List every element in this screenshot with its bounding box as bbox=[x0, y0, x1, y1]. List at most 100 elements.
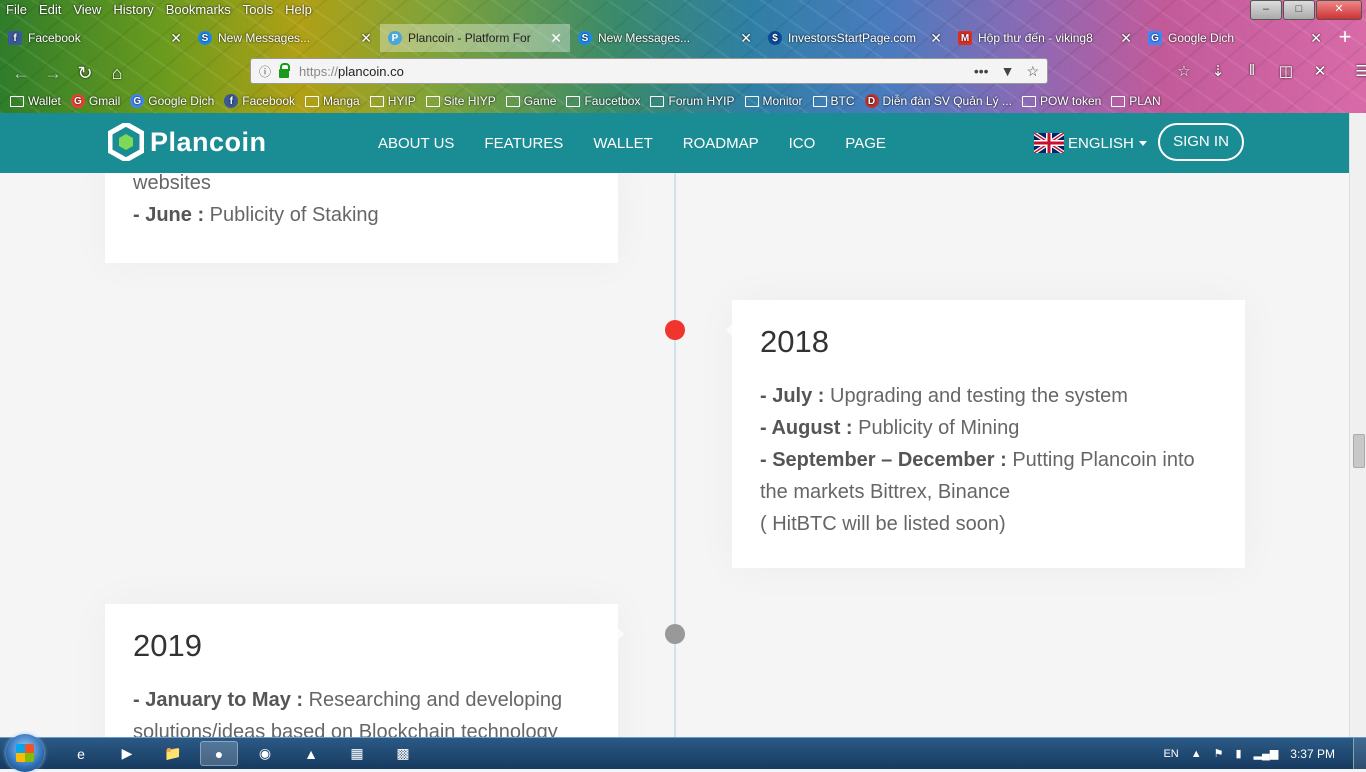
bookmark-item[interactable]: Site HIYP bbox=[425, 94, 496, 108]
bookmark-item[interactable]: Wallet bbox=[10, 94, 61, 108]
library-icon[interactable]: ‖ bbox=[1240, 62, 1264, 82]
close-window-button[interactable]: ✕ bbox=[1316, 0, 1362, 20]
game-icon[interactable]: ▦ bbox=[338, 741, 376, 766]
nav-ico[interactable]: ICO bbox=[789, 135, 816, 152]
close-tab-icon[interactable]: ✕ bbox=[740, 30, 752, 47]
extension-x-icon[interactable]: ✕ bbox=[1308, 62, 1332, 82]
plancoin-logo[interactable]: Plancoin bbox=[108, 123, 267, 161]
internet-explorer-icon[interactable]: e bbox=[62, 741, 100, 766]
reload-icon[interactable]: ↻ bbox=[74, 62, 96, 84]
navigation-bar: ← → ↻ ⌂ ⓘ https://plancoin.co ••• ▼ ☆ ☆ … bbox=[0, 56, 1366, 88]
item-label: - July : bbox=[760, 385, 825, 407]
media-player-icon[interactable]: ▶ bbox=[108, 741, 146, 766]
show-hidden-icons-icon[interactable]: ▲ bbox=[1191, 748, 1202, 760]
folder-icon bbox=[425, 95, 440, 107]
home-icon[interactable]: ⌂ bbox=[106, 62, 128, 84]
menu-view[interactable]: View bbox=[67, 0, 107, 20]
nav-about-us[interactable]: ABOUT US bbox=[378, 135, 454, 152]
page-scrollbar[interactable] bbox=[1349, 113, 1366, 737]
tab-plancoin[interactable]: P Plancoin - Platform For ✕ bbox=[380, 24, 570, 52]
facebook-icon: f bbox=[224, 94, 239, 108]
tab-label: New Messages... bbox=[598, 31, 691, 45]
file-explorer-icon[interactable]: 📁 bbox=[154, 741, 192, 766]
menu-tools[interactable]: Tools bbox=[237, 0, 279, 20]
url-bar[interactable]: ⓘ https://plancoin.co ••• ▼ ☆ bbox=[250, 58, 1048, 84]
nav-features[interactable]: FEATURES bbox=[484, 135, 563, 152]
bookmark-item[interactable]: HYIP bbox=[369, 94, 416, 108]
close-tab-icon[interactable]: ✕ bbox=[930, 30, 942, 47]
close-tab-icon[interactable]: ✕ bbox=[1120, 30, 1132, 47]
sidebar-icon[interactable]: ◫ bbox=[1274, 62, 1298, 82]
input-language[interactable]: EN bbox=[1163, 748, 1178, 760]
folder-icon bbox=[566, 95, 581, 107]
power-icon[interactable]: ▮ bbox=[1236, 747, 1242, 760]
bookmarks-bar: Wallet G Gmail G Google Dịch f Facebook Manga HY… bbox=[0, 90, 1366, 112]
hamburger-menu-icon[interactable]: ☰ bbox=[1350, 62, 1366, 82]
menu-help[interactable]: Help bbox=[279, 0, 318, 20]
info-icon[interactable]: ⓘ bbox=[259, 63, 271, 80]
bookmark-item[interactable]: G Google Dịch bbox=[130, 94, 214, 108]
timeline-line bbox=[674, 173, 676, 737]
bookmark-item[interactable]: Game bbox=[505, 94, 556, 108]
clock[interactable]: 3:37 PM bbox=[1290, 747, 1335, 761]
chrome-icon[interactable]: ◉ bbox=[246, 741, 284, 766]
bookmark-item[interactable]: Manga bbox=[305, 94, 360, 108]
close-tab-icon[interactable]: ✕ bbox=[170, 30, 182, 47]
nav-page[interactable]: PAGE bbox=[845, 135, 886, 152]
menu-edit[interactable]: Edit bbox=[33, 0, 67, 20]
forward-arrow-icon[interactable]: → bbox=[42, 62, 64, 84]
item-text: Upgrading and testing the system bbox=[824, 385, 1128, 407]
tab-new-messages-2[interactable]: S New Messages... ✕ bbox=[570, 24, 760, 52]
uk-flag-icon bbox=[1034, 133, 1064, 153]
tab-new-messages-1[interactable]: S New Messages... ✕ bbox=[190, 24, 380, 52]
action-center-icon[interactable]: ⚑ bbox=[1214, 747, 1224, 760]
bookmark-star-icon[interactable]: ☆ bbox=[1026, 63, 1039, 80]
download-icon[interactable]: ⇣ bbox=[1206, 62, 1230, 82]
card-text-line: websites bbox=[133, 173, 211, 194]
page-actions-icon[interactable]: ••• bbox=[974, 63, 989, 80]
bookmark-item[interactable]: POW token bbox=[1021, 94, 1101, 108]
tab-investorsstartpage[interactable]: $ InvestorsStartPage.com ✕ bbox=[760, 24, 950, 52]
maximize-button[interactable]: □ bbox=[1283, 0, 1315, 20]
facebook-icon: f bbox=[8, 31, 22, 45]
nav-roadmap[interactable]: ROADMAP bbox=[683, 135, 759, 152]
sign-in-button[interactable]: SIGN IN bbox=[1158, 123, 1244, 161]
close-tab-icon[interactable]: ✕ bbox=[360, 30, 372, 47]
menu-bookmarks[interactable]: Bookmarks bbox=[160, 0, 237, 20]
bookmark-item[interactable]: Faucetbox bbox=[566, 94, 640, 108]
close-tab-icon[interactable]: ✕ bbox=[1310, 30, 1322, 47]
bookmark-label: Site HIYP bbox=[443, 94, 496, 108]
tab-google-translate[interactable]: G Google Dịch ✕ bbox=[1140, 24, 1330, 52]
new-tab-button[interactable]: + bbox=[1330, 24, 1360, 52]
firefox-icon[interactable]: ● bbox=[200, 741, 238, 766]
bookmark-item[interactable]: G Gmail bbox=[70, 94, 120, 108]
app-icon[interactable]: ▲ bbox=[292, 741, 330, 766]
tab-gmail[interactable]: M Hộp thư đến - viking8 ✕ bbox=[950, 24, 1140, 52]
bookmark-manager-icon[interactable]: ☆ bbox=[1172, 62, 1196, 82]
windows-taskbar: e ▶ 📁 ● ◉ ▲ ▦ ▩ EN ▲ ⚑ ▮ ▂▄▆ 3:37 PM bbox=[0, 734, 1366, 772]
language-selector[interactable]: ENGLISH bbox=[1034, 133, 1147, 153]
minimize-button[interactable]: – bbox=[1250, 0, 1282, 20]
bookmark-item[interactable]: D Diễn đàn SV Quản Lý ... bbox=[864, 94, 1012, 108]
pocket-icon[interactable]: ▼ bbox=[1001, 63, 1015, 80]
scrollbar-thumb[interactable] bbox=[1353, 434, 1365, 468]
menu-history[interactable]: History bbox=[107, 0, 159, 20]
nav-wallet[interactable]: WALLET bbox=[593, 135, 652, 152]
bookmark-label: Diễn đàn SV Quản Lý ... bbox=[882, 94, 1012, 108]
remote-desktop-icon[interactable]: ▩ bbox=[384, 741, 422, 766]
tab-label: Google Dịch bbox=[1168, 31, 1235, 45]
folder-icon bbox=[305, 95, 319, 107]
system-tray: EN ▲ ⚑ ▮ ▂▄▆ 3:37 PM bbox=[1163, 738, 1366, 769]
tab-facebook[interactable]: f Facebook ✕ bbox=[0, 24, 190, 52]
bookmark-item[interactable]: Forum HYIP bbox=[650, 94, 735, 108]
bookmark-item[interactable]: BTC bbox=[812, 94, 855, 108]
bookmark-item[interactable]: f Facebook bbox=[224, 94, 295, 108]
start-button[interactable] bbox=[6, 734, 44, 772]
network-icon[interactable]: ▂▄▆ bbox=[1254, 747, 1279, 760]
bookmark-item[interactable]: PLAN bbox=[1111, 94, 1161, 108]
bookmark-item[interactable]: Monitor bbox=[744, 94, 803, 108]
close-tab-icon[interactable]: ✕ bbox=[550, 30, 562, 47]
show-desktop-button[interactable] bbox=[1353, 738, 1366, 769]
back-arrow-icon[interactable]: ← bbox=[10, 62, 32, 84]
menu-file[interactable]: File bbox=[0, 0, 33, 20]
